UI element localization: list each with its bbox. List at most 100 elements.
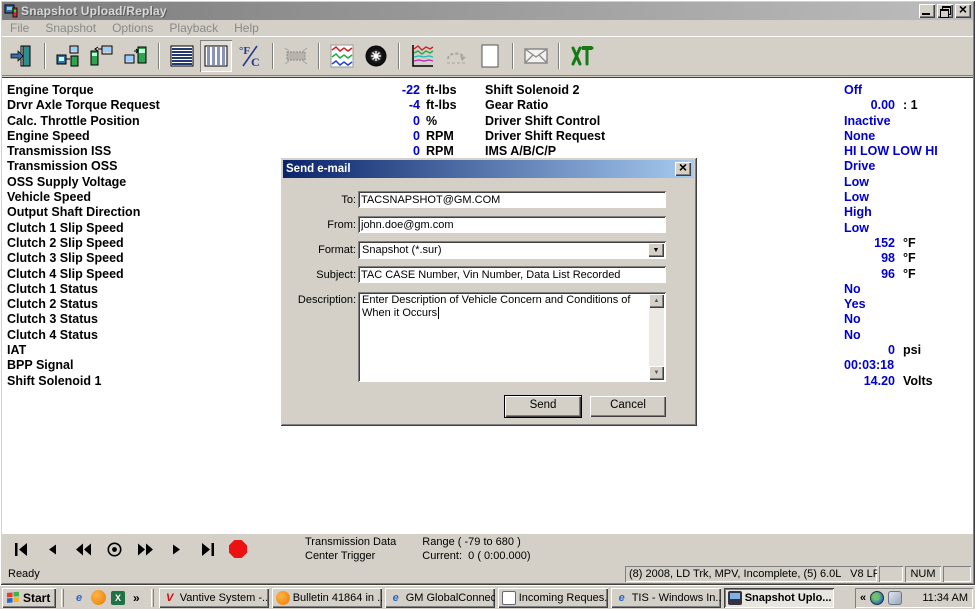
- start-button[interactable]: Start: [2, 588, 56, 608]
- step-back-button[interactable]: [43, 540, 61, 558]
- param-value: 14.20: [844, 374, 895, 389]
- desktop: Snapshot Upload/Replay FileSnapshotOptio…: [0, 0, 975, 609]
- step-forward-button[interactable]: [167, 540, 185, 558]
- column-view-button[interactable]: [200, 40, 232, 72]
- restore-button[interactable]: [937, 4, 953, 18]
- send-email-dialog: Send e-mail To: From: Format: Snapshot (…: [280, 157, 697, 426]
- textarea-scrollbar[interactable]: [649, 294, 664, 380]
- param-value: 98: [844, 251, 895, 266]
- menu-item-snapshot[interactable]: Snapshot: [37, 20, 104, 36]
- ti-app-icon: [728, 591, 742, 605]
- param-value-zone: No: [844, 282, 973, 297]
- tools-button[interactable]: [566, 40, 598, 72]
- param-value-zone: Inactive: [844, 114, 973, 129]
- fast-forward-button[interactable]: [136, 540, 154, 558]
- temperature-units-button[interactable]: °F C: [234, 40, 266, 72]
- send-email-button[interactable]: [520, 40, 552, 72]
- task-button[interactable]: Vantive System -...: [159, 588, 269, 608]
- param-value: -22: [359, 83, 420, 98]
- exit-button[interactable]: [6, 40, 38, 72]
- param-value-zone: HI LOW LOW HI: [844, 144, 973, 159]
- data-row: Engine Speed0RPMDriver Shift RequestNone: [2, 129, 973, 144]
- param-value: HI LOW LOW HI: [844, 144, 938, 159]
- led-display-button-disabled: [280, 40, 312, 72]
- svg-text:°F: °F: [239, 45, 250, 57]
- close-button[interactable]: [955, 4, 971, 18]
- data-list-view-button[interactable]: [166, 40, 198, 72]
- center-trigger-button[interactable]: [105, 540, 123, 558]
- graph-plot-button[interactable]: [406, 40, 438, 72]
- skip-to-end-icon: [199, 541, 216, 558]
- menu-item-file[interactable]: File: [2, 20, 37, 36]
- taskbar-grip[interactable]: [61, 589, 64, 607]
- strip-chart-button[interactable]: [326, 40, 358, 72]
- minimize-button[interactable]: [919, 4, 935, 18]
- skip-to-start-button[interactable]: [12, 540, 30, 558]
- led-display-icon: [283, 43, 309, 69]
- scroll-up-icon[interactable]: [649, 294, 664, 308]
- window-titlebar[interactable]: Snapshot Upload/Replay: [2, 2, 973, 20]
- task-button[interactable]: TIS - Windows In...: [611, 588, 721, 608]
- pc-to-device-button[interactable]: [120, 40, 152, 72]
- task-button[interactable]: Snapshot Uplo...: [724, 588, 834, 608]
- send-button[interactable]: Send: [505, 396, 581, 417]
- menu-item-playback[interactable]: Playback: [161, 20, 226, 36]
- param-value: Low: [844, 175, 869, 190]
- param-value: None: [844, 129, 875, 144]
- internet-explorer-icon[interactable]: [72, 591, 86, 605]
- globe-tray-icon[interactable]: [870, 591, 884, 605]
- param-value-zone: None: [844, 129, 973, 144]
- task-button[interactable]: Incoming Reques...: [498, 588, 608, 608]
- dropdown-arrow-icon[interactable]: [648, 243, 664, 257]
- task-button[interactable]: Bulletin 41864 in ...: [272, 588, 382, 608]
- param-value: No: [844, 328, 861, 343]
- format-dropdown[interactable]: Snapshot (*.sur): [358, 241, 666, 259]
- rewind-button[interactable]: [74, 540, 92, 558]
- from-label: From:: [286, 219, 356, 231]
- param-unit: ft-lbs: [420, 83, 485, 98]
- taskbar-grip[interactable]: [151, 589, 154, 607]
- cancel-button[interactable]: Cancel: [590, 396, 666, 417]
- skip-to-end-button[interactable]: [198, 540, 216, 558]
- data-row: Calc. Throttle Position0%Driver Shift Co…: [2, 114, 973, 129]
- param-value-zone: 00:03:18: [844, 358, 973, 373]
- dialog-close-button[interactable]: [675, 162, 691, 176]
- scroll-down-icon[interactable]: [649, 366, 664, 380]
- dialog-titlebar[interactable]: Send e-mail: [283, 160, 694, 178]
- toolbar-separator: [158, 43, 160, 69]
- transport-controls: [2, 540, 247, 558]
- step-back-icon: [44, 541, 61, 558]
- param-value: 0.00: [844, 98, 895, 113]
- ti-orange-icon: [276, 591, 290, 605]
- orange-app-icon[interactable]: [91, 590, 106, 605]
- subject-input[interactable]: [358, 266, 666, 283]
- param-label: Calc. Throttle Position: [7, 114, 359, 129]
- menu-item-help[interactable]: Help: [226, 20, 267, 36]
- param-value: Inactive: [844, 114, 891, 129]
- playback-data-source: Transmission Data: [305, 535, 396, 549]
- fahrenheit-celsius-icon: °F C: [237, 43, 263, 69]
- menu-item-options[interactable]: Options: [104, 20, 161, 36]
- toolbar-separator: [398, 43, 400, 69]
- upload-to-pc-button[interactable]: [52, 40, 84, 72]
- task-button[interactable]: GM GlobalConnec...: [385, 588, 495, 608]
- new-page-button[interactable]: [474, 40, 506, 72]
- quick-launch-overflow-chevron[interactable]: [130, 591, 143, 605]
- start-label: Start: [23, 591, 50, 605]
- tray-collapse-chevron[interactable]: [860, 592, 866, 604]
- security-dial-button[interactable]: [360, 40, 392, 72]
- to-input[interactable]: [358, 191, 666, 208]
- excel-icon[interactable]: [111, 591, 125, 605]
- param-label: Engine Speed: [7, 129, 359, 144]
- param-label: Gear Ratio: [485, 98, 844, 113]
- step-forward-icon: [168, 541, 185, 558]
- app-icon: [4, 4, 18, 18]
- data-list-icon: [169, 43, 195, 69]
- from-input[interactable]: [358, 216, 666, 233]
- rewind-icon: [75, 541, 92, 558]
- device-transfer-button[interactable]: [86, 40, 118, 72]
- description-textarea[interactable]: Enter Description of Vehicle Concern and…: [358, 292, 666, 382]
- param-value: Off: [844, 83, 862, 98]
- messenger-tray-icon[interactable]: [888, 591, 902, 605]
- record-button[interactable]: [229, 540, 247, 558]
